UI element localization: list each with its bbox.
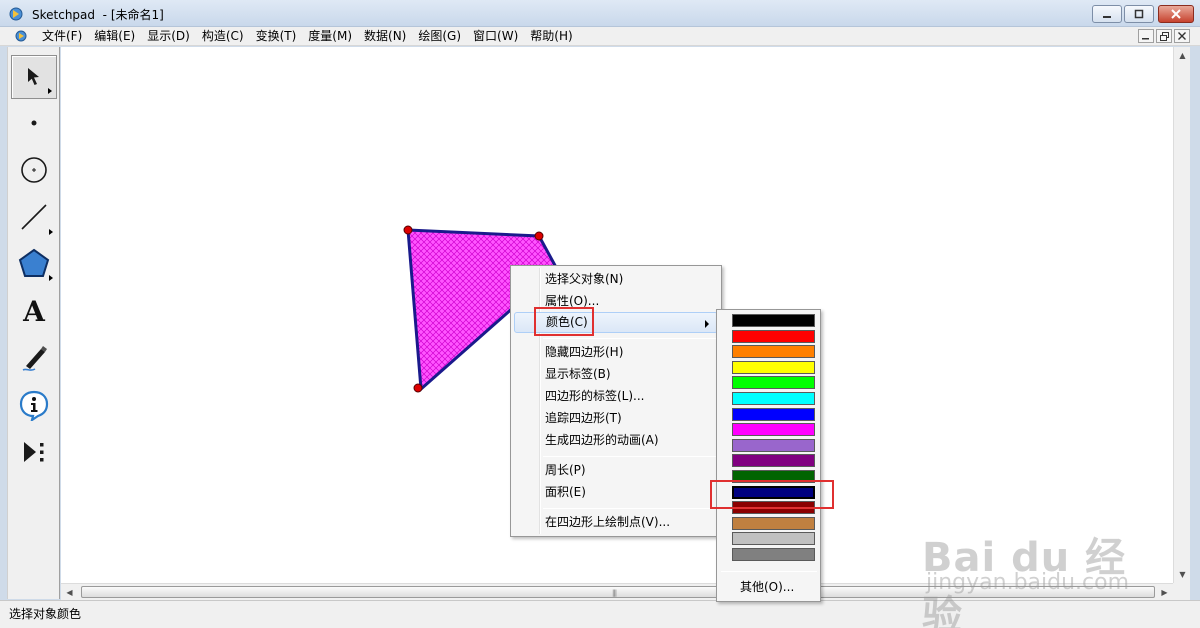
vertex-point[interactable] — [413, 383, 423, 393]
menu-item-show-label[interactable]: 显示标签(B) — [514, 364, 718, 385]
arrow-pointer-icon — [28, 68, 39, 85]
color-swatch[interactable] — [732, 376, 815, 390]
menu-separator — [543, 508, 717, 509]
menu-item-plot-point-on-quadrilateral[interactable]: 在四边形上绘制点(V)... — [514, 512, 718, 533]
color-swatch[interactable] — [732, 532, 815, 546]
menu-items: 文件(F) 编辑(E) 显示(D) 构造(C) 变换(T) 度量(M) 数据(N… — [37, 28, 580, 45]
minimize-icon — [1142, 38, 1149, 40]
highlight-annotation-box — [534, 307, 594, 336]
restore-icon — [1134, 9, 1144, 19]
pentagon-icon — [18, 248, 50, 277]
text-a-icon: A — [23, 294, 45, 328]
color-swatch[interactable] — [732, 392, 815, 405]
scroll-corner — [1173, 583, 1190, 600]
close-icon — [1178, 32, 1186, 40]
minimize-button[interactable] — [1092, 5, 1122, 23]
minimize-icon — [1103, 16, 1111, 18]
menu-help[interactable]: 帮助(H) — [525, 28, 577, 45]
point-icon — [31, 120, 37, 126]
custom-play-icon — [24, 442, 44, 462]
highlight-annotation-box — [710, 480, 834, 509]
menu-item-quadrilateral-label[interactable]: 四边形的标签(L)... — [514, 386, 718, 407]
toolbox: A — [7, 47, 60, 599]
color-swatch[interactable] — [732, 314, 815, 327]
status-text: 选择对象颜色 — [9, 607, 82, 621]
marker-tool[interactable] — [11, 336, 57, 380]
baidu-watermark: Bai du 经验 jingyan.baidu.com — [922, 495, 1162, 628]
compass-circle-icon — [21, 157, 47, 183]
color-swatch[interactable] — [732, 345, 815, 359]
vertex-point[interactable] — [534, 231, 544, 241]
watermark-url: jingyan.baidu.com — [926, 570, 1130, 595]
sketchpad-app-icon — [9, 7, 23, 21]
arrow-select-tool[interactable] — [11, 55, 57, 99]
color-swatch[interactable] — [732, 423, 815, 437]
information-tool[interactable] — [11, 383, 57, 427]
menu-separator — [721, 571, 817, 572]
scroll-left-arrow-icon[interactable]: ◀ — [61, 584, 78, 600]
color-swatch[interactable] — [732, 438, 815, 452]
doc-minimize-button[interactable] — [1138, 29, 1154, 43]
scroll-up-arrow-icon[interactable]: ▲ — [1174, 47, 1191, 64]
point-tool[interactable] — [11, 101, 57, 145]
menu-display[interactable]: 显示(D) — [142, 28, 195, 45]
color-swatch[interactable] — [732, 548, 815, 561]
polygon-tool[interactable] — [11, 241, 57, 285]
menu-measure[interactable]: 度量(M) — [303, 28, 357, 45]
submenu-arrow-icon — [705, 320, 709, 328]
menu-file[interactable]: 文件(F) — [37, 28, 87, 45]
color-swatch[interactable] — [732, 516, 815, 530]
vertex-point[interactable] — [403, 225, 413, 235]
line-segment-icon — [21, 204, 47, 230]
menu-separator — [543, 338, 717, 339]
info-icon — [19, 390, 49, 421]
doc-restore-button[interactable] — [1156, 29, 1172, 43]
window-title: Sketchpad - [未命名1] — [32, 8, 164, 22]
menu-construct[interactable]: 构造(C) — [197, 28, 249, 45]
menu-item-select-parents[interactable]: 选择父对象(N) — [514, 269, 718, 290]
restore-icon — [1159, 31, 1169, 41]
restore-button[interactable] — [1124, 5, 1154, 23]
menu-graph[interactable]: 绘图(G) — [413, 28, 466, 45]
color-swatch[interactable] — [732, 360, 815, 374]
color-swatch[interactable] — [732, 407, 815, 421]
vertical-scrollbar[interactable]: ▲ ▼ — [1173, 47, 1190, 583]
straightedge-tool[interactable] — [11, 195, 57, 239]
context-menu: 选择父对象(N) 属性(O)... 颜色(C) 隐藏四边形(H) 显示标签(B)… — [510, 265, 722, 537]
custom-tool[interactable] — [11, 430, 57, 474]
menu-edit[interactable]: 编辑(E) — [89, 28, 140, 45]
doc-close-button[interactable] — [1174, 29, 1190, 43]
menu-data[interactable]: 数据(N) — [359, 28, 411, 45]
menu-item-perimeter[interactable]: 周长(P) — [514, 460, 718, 481]
compass-tool[interactable] — [11, 148, 57, 192]
marker-pen-icon — [22, 346, 47, 371]
color-submenu: 其他(O)... — [716, 309, 821, 602]
menu-item-animate-quadrilateral[interactable]: 生成四边形的动画(A) — [514, 430, 718, 451]
other-color-item[interactable]: 其他(O)... — [740, 578, 794, 595]
menu-item-hide-quadrilateral[interactable]: 隐藏四边形(H) — [514, 342, 718, 363]
document-icon[interactable] — [14, 29, 28, 43]
title-bar: Sketchpad - [未命名1] — [0, 0, 1200, 27]
menu-window[interactable]: 窗口(W) — [468, 28, 523, 45]
color-swatch[interactable] — [732, 329, 815, 343]
color-swatch[interactable] — [732, 454, 815, 468]
close-icon — [1171, 9, 1181, 19]
text-tool[interactable]: A — [11, 289, 57, 333]
menu-bar: 文件(F) 编辑(E) 显示(D) 构造(C) 变换(T) 度量(M) 数据(N… — [0, 27, 1200, 46]
menu-item-trace-quadrilateral[interactable]: 追踪四边形(T) — [514, 408, 718, 429]
menu-item-area[interactable]: 面积(E) — [514, 482, 718, 503]
close-button[interactable] — [1158, 5, 1194, 23]
scroll-down-arrow-icon[interactable]: ▼ — [1174, 566, 1191, 583]
menu-separator — [543, 456, 717, 457]
menu-transform[interactable]: 变换(T) — [251, 28, 302, 45]
